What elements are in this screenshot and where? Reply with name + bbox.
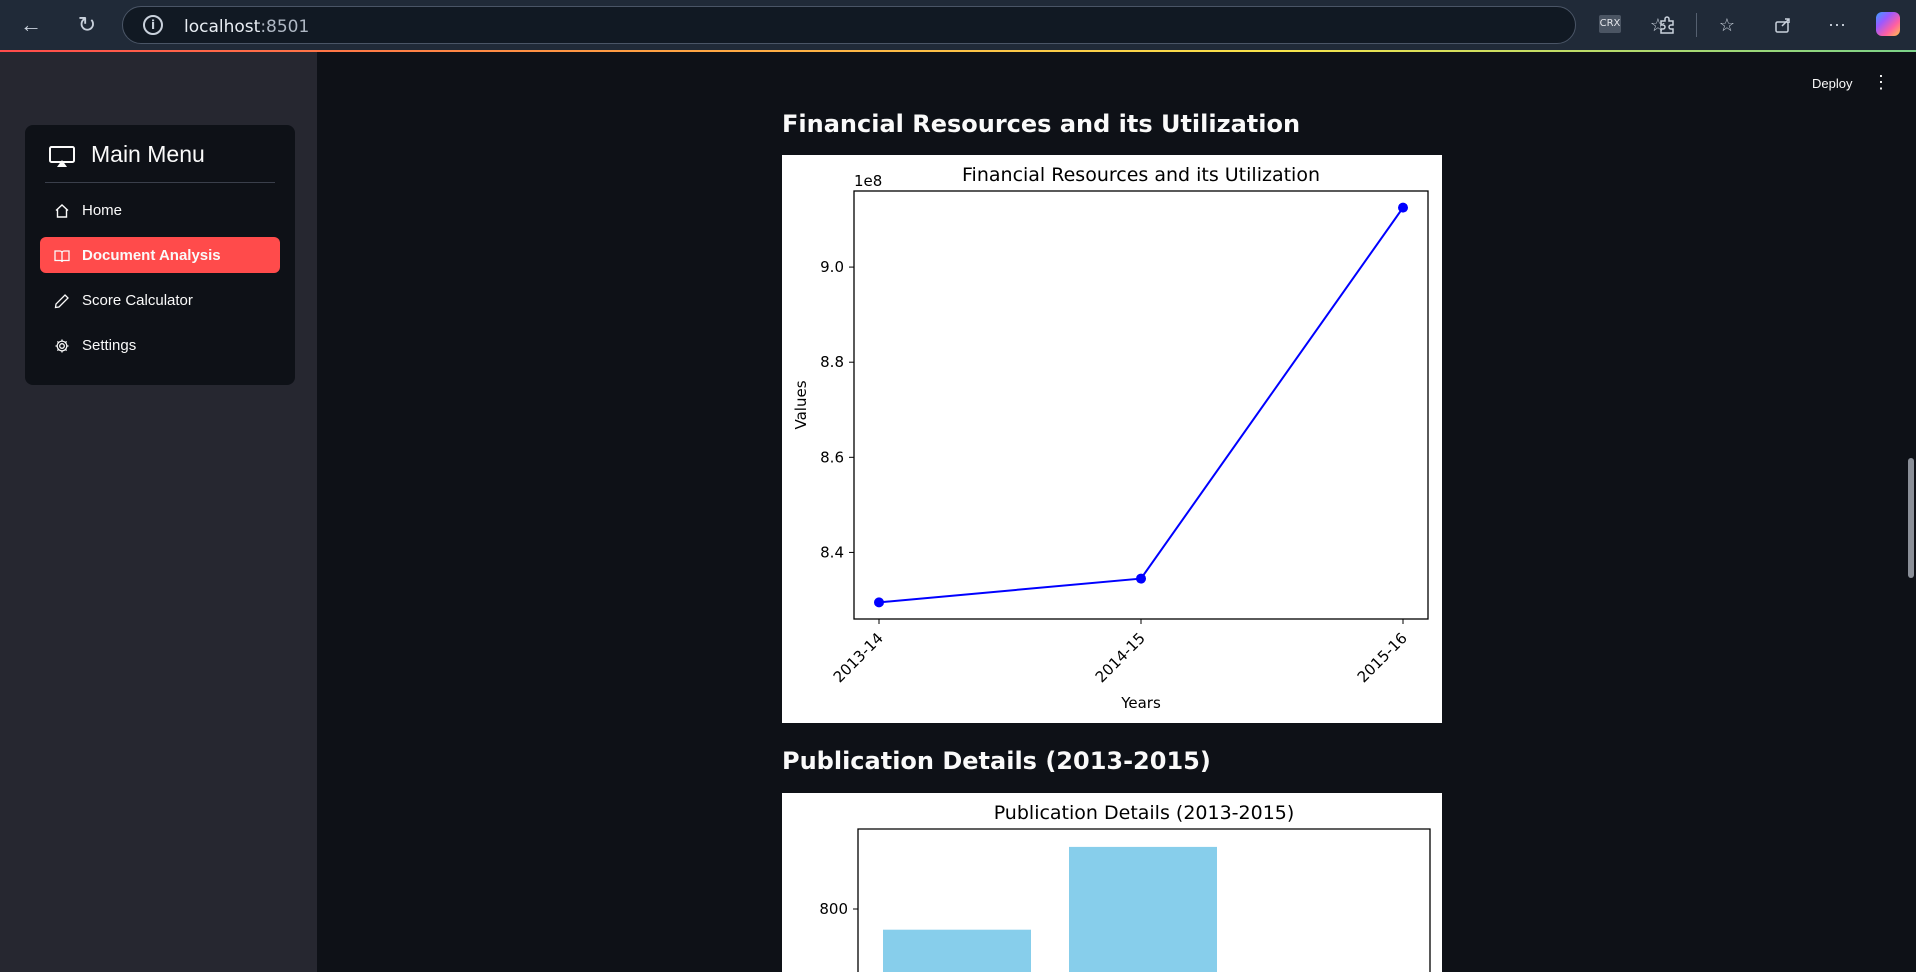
data-point: [1398, 202, 1408, 213]
y-tick-label: 8.6: [820, 448, 844, 466]
crx-extension-icon[interactable]: CRX: [1599, 15, 1621, 33]
menu-item-label: Document Analysis: [82, 247, 221, 264]
y-tick-label: 8.4: [820, 543, 844, 561]
menu-item-home[interactable]: Home: [40, 192, 280, 228]
series-line: [878, 207, 1404, 604]
gear-icon: [55, 339, 69, 353]
plot-frame: [853, 190, 1429, 620]
house-icon: [55, 204, 69, 218]
x-axis-label: Years: [1120, 694, 1161, 712]
pencil-icon: [54, 294, 69, 309]
site-info-icon[interactable]: i: [143, 15, 163, 35]
back-icon[interactable]: ←: [14, 8, 48, 42]
menu-item-label: Settings: [82, 337, 137, 354]
bar: [883, 929, 1031, 972]
book-icon: [54, 250, 70, 263]
menu-item-label: Score Calculator: [82, 292, 193, 309]
chart-title: Financial Resources and its Utilization: [962, 164, 1320, 186]
main-menu-kebab-icon[interactable]: ⋮: [1872, 73, 1890, 91]
section-title-publication: Publication Details (2013-2015): [782, 747, 1211, 775]
favorites-icon[interactable]: ☆: [1712, 10, 1742, 40]
data-point: [1136, 573, 1146, 584]
menu-item-score-calculator[interactable]: Score Calculator: [40, 282, 280, 318]
more-options-icon[interactable]: ⋯: [1822, 10, 1852, 40]
y-scale-label: 1e8: [854, 172, 882, 190]
publication-bar-chart: Publication Details (2013-2015) 800: [782, 793, 1442, 972]
financial-line-chart: Financial Resources and its Utilization 1…: [782, 155, 1442, 723]
x-tick-label: 2015-16: [1354, 629, 1411, 686]
reload-icon[interactable]: ↻: [70, 8, 104, 42]
share-icon[interactable]: [1768, 10, 1798, 40]
x-tick-label: 2013-14: [830, 629, 887, 686]
chart-title: Publication Details (2013-2015): [994, 802, 1295, 824]
address-bar[interactable]: i localhost:8501 ☆: [122, 6, 1666, 44]
y-axis-label: Values: [792, 380, 810, 429]
url-text[interactable]: localhost:8501: [184, 17, 309, 37]
copilot-icon[interactable]: [1876, 12, 1900, 36]
publication-chart-svg: Publication Details (2013-2015) 800: [819, 802, 1431, 972]
airplay-icon: [49, 146, 75, 167]
y-tick-label: 800: [819, 900, 848, 918]
menu-divider: [45, 182, 275, 183]
sidebar: Main Menu Home Document Analysis Score C…: [0, 52, 317, 972]
menu-item-settings[interactable]: Settings: [40, 327, 280, 363]
deploy-button[interactable]: Deploy: [1812, 76, 1852, 91]
main-menu: Main Menu Home Document Analysis Score C…: [25, 125, 295, 385]
menu-item-label: Home: [82, 202, 123, 219]
extensions-icon[interactable]: [1652, 10, 1682, 40]
data-point: [874, 597, 884, 608]
menu-item-document-analysis[interactable]: Document Analysis: [40, 237, 280, 273]
y-tick-label: 9.0: [820, 258, 844, 276]
page-scrollbar[interactable]: [1908, 458, 1914, 578]
section-title-financial: Financial Resources and its Utilization: [782, 110, 1301, 138]
x-tick-label: 2014-15: [1092, 629, 1149, 686]
financial-chart-svg: Financial Resources and its Utilization 1…: [792, 164, 1429, 712]
browser-toolbar: ← ↻ i localhost:8501 ☆ CRX ☆ ⋯: [0, 0, 1916, 51]
bar: [1069, 846, 1217, 972]
toolbar-separator: [1696, 13, 1697, 37]
menu-title: Main Menu: [91, 141, 205, 167]
y-tick-label: 8.8: [820, 353, 844, 371]
